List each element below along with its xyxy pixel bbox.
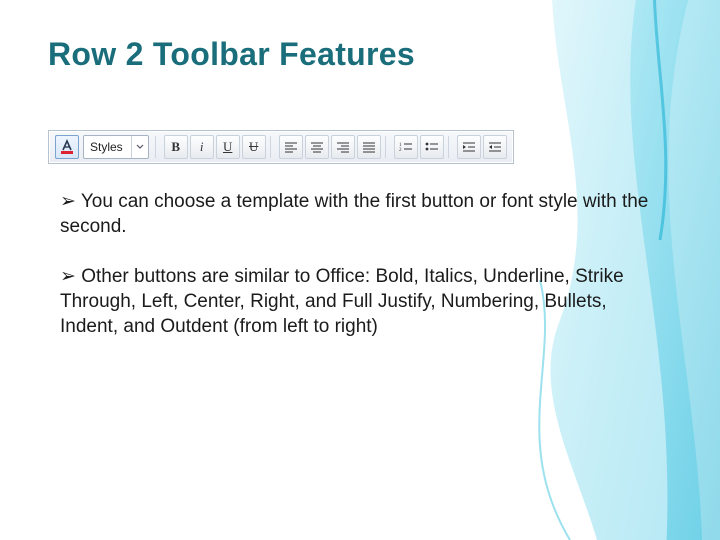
underline-button[interactable]: U	[216, 135, 240, 159]
strike-button[interactable]: U	[242, 135, 266, 159]
align-center-button[interactable]	[305, 135, 329, 159]
bullet-text: You can choose a template with the first…	[60, 191, 648, 237]
bullet-arrow-icon: ➢	[60, 266, 76, 287]
bullet-item: ➢ You can choose a template with the fir…	[60, 190, 650, 239]
align-right-button[interactable]	[331, 135, 355, 159]
template-font-color-icon	[59, 139, 75, 155]
italic-button[interactable]: i	[190, 135, 214, 159]
align-left-button[interactable]	[279, 135, 303, 159]
align-left-icon	[284, 141, 298, 153]
body-text: ➢ You can choose a template with the fir…	[60, 190, 650, 365]
justify-icon	[362, 141, 376, 153]
outdent-button[interactable]	[483, 135, 507, 159]
separator	[270, 136, 275, 158]
bullets-icon	[425, 141, 439, 153]
outdent-icon	[488, 141, 502, 153]
styles-dropdown[interactable]: Styles	[83, 135, 149, 159]
align-center-icon	[310, 141, 324, 153]
bold-button[interactable]: B	[164, 135, 188, 159]
justify-button[interactable]	[357, 135, 381, 159]
svg-text:2: 2	[399, 148, 402, 153]
numbering-button[interactable]: 1 2	[394, 135, 418, 159]
separator	[155, 136, 160, 158]
template-button[interactable]	[55, 135, 79, 159]
toolbar-row2: Styles B i U U	[48, 130, 514, 164]
slide-title: Row 2 Toolbar Features	[48, 36, 415, 73]
separator	[385, 136, 390, 158]
indent-icon	[462, 141, 476, 153]
bullet-text: Other buttons are similar to Office: Bol…	[60, 266, 624, 336]
numbering-icon: 1 2	[399, 141, 413, 153]
separator	[448, 136, 453, 158]
styles-label: Styles	[84, 140, 131, 154]
bullets-button[interactable]	[420, 135, 444, 159]
chevron-down-icon	[131, 136, 148, 158]
align-right-icon	[336, 141, 350, 153]
indent-button[interactable]	[457, 135, 481, 159]
bullet-item: ➢ Other buttons are similar to Office: B…	[60, 265, 650, 339]
bullet-arrow-icon: ➢	[60, 191, 76, 212]
slide: Row 2 Toolbar Features Styles B i U U	[0, 0, 720, 540]
